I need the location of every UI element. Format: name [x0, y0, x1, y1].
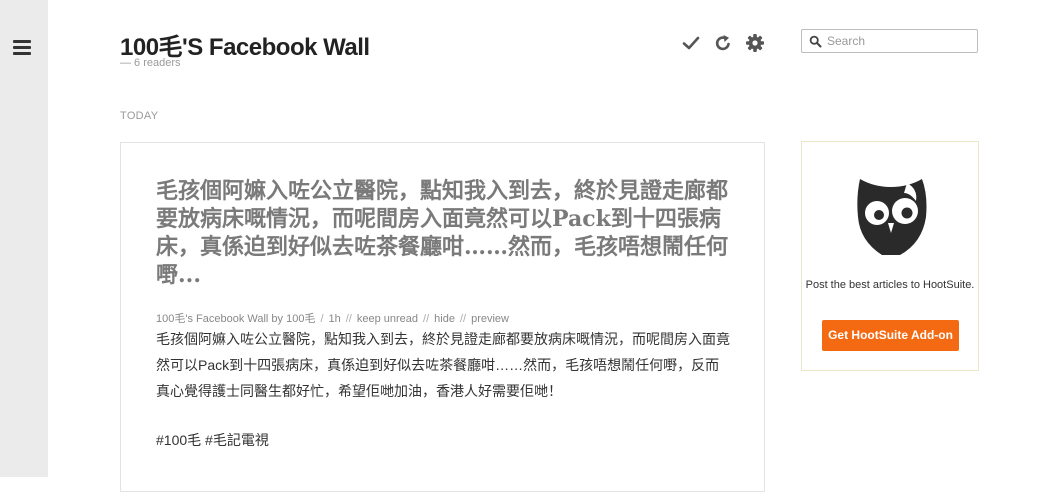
article-summary: 毛孩個阿嫲入咗公立醫院，點知我入到去，終於見證走廊都要放病床嘅情況，而呢間房入面… — [156, 331, 730, 399]
meta-separator: // — [423, 313, 430, 325]
search-icon — [809, 35, 822, 48]
gear-icon[interactable] — [745, 33, 765, 53]
article-meta: 100毛's Facebook Wall by 100毛 / 1h // keep un… — [156, 310, 509, 326]
hamburger-menu-icon[interactable] — [13, 40, 31, 56]
left-sidebar — [0, 0, 48, 477]
promo-text: Post the best articles to HootSuite. — [805, 279, 975, 291]
meta-separator: // — [459, 313, 467, 325]
article-card: 毛孩個阿嫲入咗公立醫院，點知我入到去，終於見證走廊都要放病床嘅情況，而呢間房入面… — [120, 142, 765, 492]
refresh-icon[interactable] — [713, 33, 733, 53]
hootsuite-owl-icon — [857, 179, 927, 255]
article-tags: #100毛 #毛記電視 — [156, 432, 269, 448]
hide-link[interactable]: hide — [434, 313, 455, 325]
get-hootsuite-addon-button[interactable]: Get HootSuite Add-on — [822, 320, 959, 351]
preview-link[interactable]: preview — [471, 313, 509, 325]
meta-separator: / — [320, 313, 324, 325]
check-icon[interactable] — [681, 33, 701, 53]
article-age: 1h — [328, 313, 341, 325]
article-source-link[interactable]: 100毛's Facebook Wall by 100毛 — [156, 313, 315, 325]
search-box — [801, 29, 978, 53]
keep-unread-link[interactable]: keep unread — [357, 313, 418, 325]
meta-separator: // — [345, 313, 352, 325]
section-label-today: TODAY — [120, 110, 159, 122]
hootsuite-promo: Post the best articles to HootSuite. Get… — [801, 141, 979, 371]
feed-readers-count: — 6 readers — [120, 57, 181, 69]
search-input[interactable] — [827, 32, 972, 50]
article-title[interactable]: 毛孩個阿嫲入咗公立醫院，點知我入到去，終於見證走廊都要放病床嘅情況，而呢間房入面… — [156, 177, 736, 289]
